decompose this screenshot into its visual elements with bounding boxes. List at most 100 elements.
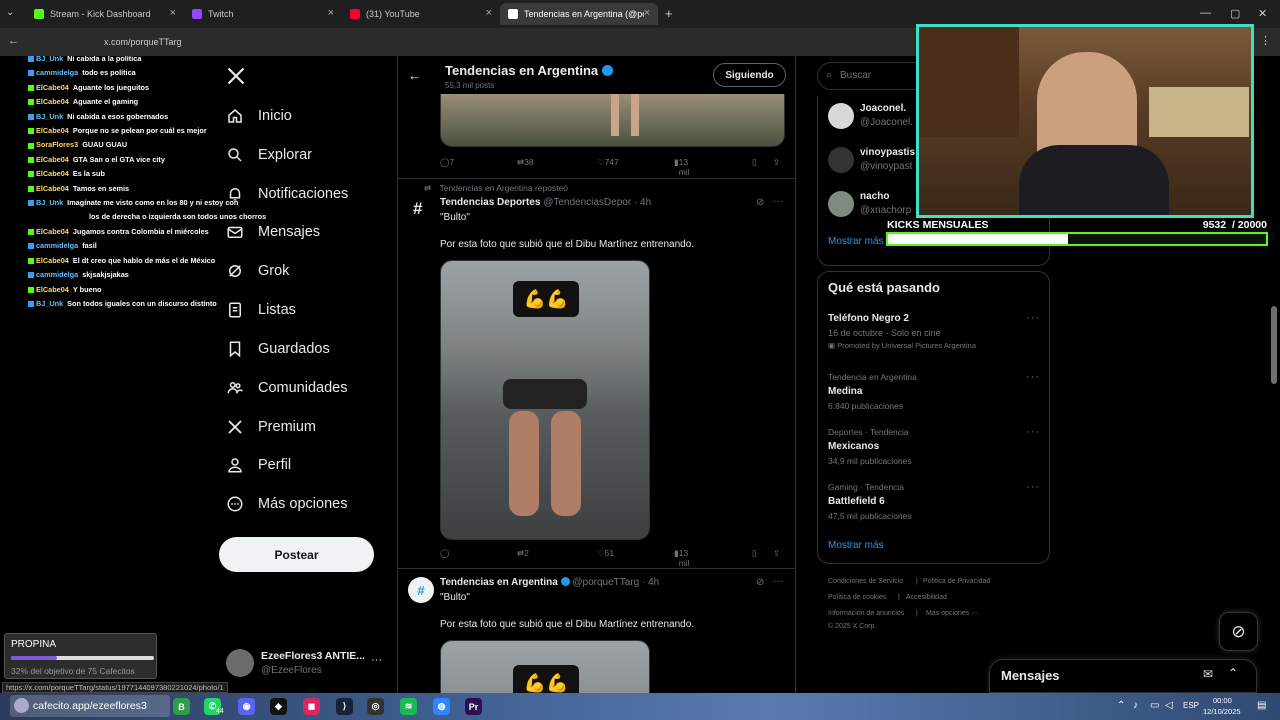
following-button[interactable]: Siguiendo <box>713 63 786 87</box>
nav-item-perfil[interactable]: Perfil <box>226 450 291 480</box>
bookmark-icon[interactable]: ▯ <box>752 548 757 559</box>
post-image[interactable]: 💪💪 <box>440 640 650 693</box>
post-handle[interactable]: @TendenciasDepor <box>543 197 631 208</box>
chat-username: BJ_Unk <box>36 198 64 208</box>
footer-link-privacy[interactable]: Política de Privacidad <box>923 578 990 585</box>
trend-item[interactable]: Tendencia en Argentina Medina 6.840 public… <box>828 372 1038 411</box>
tab-x[interactable]: Tendencias en Argentina (@por × <box>500 3 658 25</box>
footer-link-ads[interactable]: Información de anuncios <box>828 610 904 617</box>
repost-count: 38 <box>524 157 534 167</box>
bookmark-icon[interactable]: ▯ <box>752 157 757 168</box>
post-image[interactable] <box>440 94 785 147</box>
post-author[interactable]: Tendencias Deportes <box>440 197 540 208</box>
new-tab-icon[interactable]: + <box>665 6 673 21</box>
post-more-icon[interactable]: ··· <box>773 196 783 207</box>
hashtag-avatar-icon[interactable]: # <box>408 577 434 603</box>
url-text[interactable]: x.com/porqueTTarg <box>104 37 182 47</box>
mic-icon[interactable]: ♪ <box>1133 700 1138 711</box>
footer-link-cookies[interactable]: Política de cookies <box>828 594 886 601</box>
trend-item[interactable]: Deportes · Tendencia Mexicanos 34,9 mil pu… <box>828 427 1038 466</box>
grok-button-icon[interactable]: ⊘ <box>1219 612 1258 651</box>
expand-chevron-icon[interactable]: ⌃ <box>1228 666 1238 680</box>
page-scrollbar[interactable] <box>1271 306 1277 384</box>
minimize-icon[interactable]: — <box>1200 7 1211 19</box>
volume-icon[interactable]: ◁ <box>1165 700 1173 711</box>
app-arrow-icon[interactable]: ⟩ <box>336 698 353 715</box>
obs-icon[interactable]: ◎ <box>367 698 384 715</box>
trend-more-icon[interactable]: ··· <box>1026 481 1040 493</box>
repost-icon[interactable]: ⇄ 38 <box>517 157 534 168</box>
app-b-icon[interactable]: B <box>173 698 190 715</box>
views-icon[interactable]: ▮ 13 mil <box>674 548 690 568</box>
x-logo-icon <box>226 418 244 436</box>
chat-text: El dt creo que hablo de más el de México <box>72 255 216 265</box>
account-more-icon[interactable]: ··· <box>371 654 382 666</box>
clock-date[interactable]: 12/10/2025 <box>1203 707 1241 716</box>
suggestion-handle: @Joaconel. <box>860 117 913 128</box>
browser-menu-icon[interactable]: ⋮ <box>1260 34 1271 47</box>
cafecito-link-box[interactable]: cafecito.app/ezeeflores3 <box>10 695 170 717</box>
like-icon[interactable]: ♡ 51 <box>597 548 614 559</box>
tab-list-chevron-icon[interactable]: ⌄ <box>6 7 14 18</box>
nav-item-premium[interactable]: Premium <box>226 412 316 442</box>
like-icon[interactable]: ♡ 747 <box>597 157 619 168</box>
close-tab-icon[interactable]: × <box>644 7 650 19</box>
share-icon[interactable]: ⇪ <box>773 548 780 559</box>
post-button[interactable]: Postear <box>219 537 374 572</box>
reply-icon[interactable]: ◯ <box>440 548 450 559</box>
trend-more-icon[interactable]: ··· <box>1026 312 1040 324</box>
nav-item-guardados[interactable]: Guardados <box>226 334 330 364</box>
nav-item-label: Guardados <box>258 341 330 357</box>
messages-drawer[interactable]: Mensajes ✉ ⌃ <box>989 659 1257 693</box>
grok-small-icon[interactable]: ⊘ <box>756 577 764 588</box>
nav-item-comunidades[interactable]: Comunidades <box>226 373 347 403</box>
app-red-icon[interactable]: ◼ <box>303 698 320 715</box>
views-icon[interactable]: ▮ 13 mil <box>674 157 690 177</box>
post-handle[interactable]: @porqueTTarg <box>572 577 639 588</box>
language-indicator[interactable]: ESP <box>1183 701 1199 710</box>
share-icon[interactable]: ⇪ <box>773 157 780 168</box>
back-icon[interactable]: ← <box>8 35 19 47</box>
chat-message: ElCabe04 GTA San o el GTA vice city <box>28 153 268 167</box>
nav-item-m-s-opciones[interactable]: Más opciones <box>226 489 347 519</box>
trend-more-icon[interactable]: ··· <box>1026 426 1040 438</box>
close-tab-icon[interactable]: × <box>486 7 492 19</box>
hashtag-avatar-icon[interactable]: # <box>413 199 422 219</box>
reply-icon[interactable]: ◯ 7 <box>440 157 454 168</box>
footer-link-more[interactable]: Más opciones ··· <box>926 610 978 617</box>
notification-icon[interactable]: ▤ <box>1257 700 1266 711</box>
tab-kick[interactable]: Stream - Kick Dashboard × <box>26 3 184 25</box>
close-tab-icon[interactable]: × <box>328 7 334 19</box>
spotify-icon[interactable]: ≋ <box>400 698 417 715</box>
trends-show-more-link[interactable]: Mostrar más <box>828 540 884 551</box>
maximize-icon[interactable]: ▢ <box>1230 7 1240 20</box>
footer-link-terms[interactable]: Condiciones de Servicio <box>828 578 903 585</box>
chat-username: ElCabe04 <box>36 154 69 164</box>
post-image[interactable]: 💪💪 <box>440 260 650 540</box>
post-more-icon[interactable]: ··· <box>773 576 783 587</box>
close-tab-icon[interactable]: × <box>170 7 176 19</box>
clock-time[interactable]: 00:00 <box>1213 696 1232 705</box>
discord-icon[interactable]: ◉ <box>238 698 255 715</box>
tab-youtube[interactable]: (31) YouTube × <box>342 3 500 25</box>
trend-item[interactable]: Gaming · Tendencia Battlefield 6 47,5 mil … <box>828 482 1038 521</box>
footer-link-accessibility[interactable]: Accesibilidad <box>906 594 947 601</box>
grok-small-icon[interactable]: ⊘ <box>756 197 764 208</box>
tray-chevron-icon[interactable]: ⌃ <box>1117 700 1125 711</box>
shield-icon[interactable]: ◆ <box>270 698 287 715</box>
back-arrow-icon[interactable]: ← <box>408 68 421 83</box>
show-more-link[interactable]: Mostrar más <box>828 236 884 247</box>
trend-more-icon[interactable]: ··· <box>1026 371 1040 383</box>
tab-twitch[interactable]: Twitch × <box>184 3 342 25</box>
close-window-icon[interactable]: ✕ <box>1258 7 1267 20</box>
repost-icon[interactable]: ⇄ 2 <box>517 548 529 559</box>
network-icon[interactable]: ▭ <box>1150 700 1159 711</box>
promoted-trend[interactable]: Teléfono Negro 2 16 de octubre - Solo en… <box>828 313 1038 350</box>
premiere-icon[interactable]: Pr <box>465 698 482 715</box>
new-message-icon[interactable]: ✉ <box>1203 667 1213 681</box>
app-blue-icon[interactable]: ◍ <box>433 698 450 715</box>
post-author[interactable]: Tendencias en Argentina <box>440 577 558 588</box>
whatsapp-badge: 44 <box>216 708 224 715</box>
avatar[interactable] <box>226 649 254 677</box>
leg-shape <box>631 94 639 136</box>
